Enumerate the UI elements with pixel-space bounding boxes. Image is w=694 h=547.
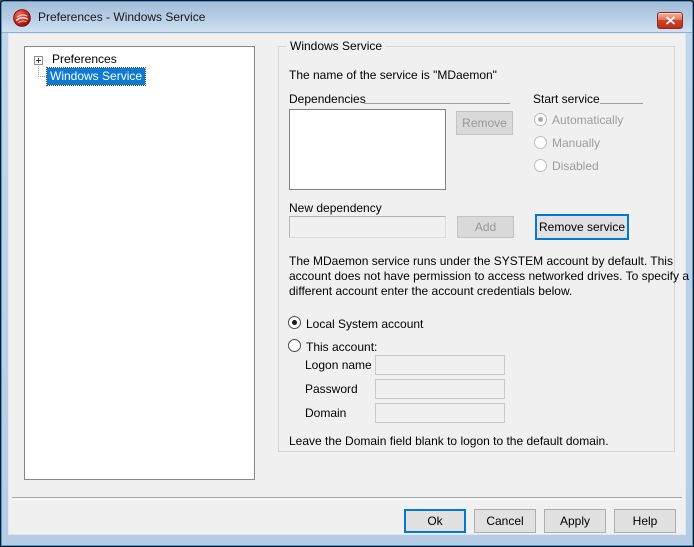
radio-local-system-account[interactable]: [288, 316, 301, 329]
new-dependency-label: New dependency: [289, 201, 382, 215]
new-dependency-input: [289, 216, 446, 238]
tree-item-windows-service[interactable]: Windows Service: [47, 68, 145, 85]
cancel-button[interactable]: Cancel: [474, 509, 536, 533]
service-name-text: The name of the service is "MDaemon": [289, 68, 497, 82]
tree-item-preferences[interactable]: Preferences: [52, 52, 117, 66]
tree-connector-line: [38, 66, 47, 77]
start-service-rule: [600, 103, 643, 104]
help-button[interactable]: Help: [614, 509, 676, 533]
dialog-body: Preferences Windows Service Windows Serv…: [9, 34, 685, 534]
account-note-line1: The MDaemon service runs under the SYSTE…: [289, 254, 689, 269]
password-input: [375, 379, 505, 399]
password-label: Password: [305, 382, 358, 396]
window-title: Preferences - Windows Service: [38, 2, 205, 33]
dependencies-rule: [364, 103, 510, 104]
title-bar[interactable]: Preferences - Windows Service: [2, 2, 692, 33]
domain-note: Leave the Domain field blank to logon to…: [289, 434, 609, 448]
add-dependency-button: Add: [457, 216, 514, 238]
account-note-line2: account does not have permission to acce…: [289, 269, 689, 284]
radio-this-account-label[interactable]: This account:: [306, 340, 377, 354]
preferences-tree: Preferences Windows Service: [24, 46, 255, 480]
ok-button[interactable]: Ok: [404, 509, 466, 533]
dependencies-label: Dependencies: [289, 92, 366, 106]
remove-dependency-button: Remove: [456, 111, 513, 135]
logon-name-input: [375, 355, 505, 375]
domain-label: Domain: [305, 406, 346, 420]
account-note: The MDaemon service runs under the SYSTE…: [289, 254, 689, 299]
dependencies-listbox[interactable]: [289, 109, 446, 190]
radio-this-account[interactable]: [288, 339, 301, 352]
preferences-dialog-window: Preferences - Windows Service Preference…: [0, 0, 694, 547]
close-icon[interactable]: [657, 12, 683, 29]
mdaemon-logo-icon: [13, 9, 31, 27]
radio-disabled-label: Disabled: [552, 159, 599, 173]
radio-automatically: [534, 113, 547, 126]
radio-manually: [534, 136, 547, 149]
remove-service-button[interactable]: Remove service: [535, 214, 629, 240]
radio-disabled: [534, 159, 547, 172]
groupbox-title: Windows Service: [286, 39, 386, 53]
apply-button[interactable]: Apply: [544, 509, 606, 533]
logon-name-label: Logon name: [305, 358, 372, 372]
radio-manually-label: Manually: [552, 136, 600, 150]
domain-input: [375, 403, 505, 423]
radio-local-system-label[interactable]: Local System account: [306, 317, 423, 331]
tree-expand-icon[interactable]: [34, 56, 43, 65]
windows-service-groupbox: Windows Service The name of the service …: [278, 46, 675, 452]
footer-separator: [12, 497, 682, 499]
radio-automatically-label: Automatically: [552, 113, 623, 127]
start-service-label: Start service: [533, 92, 600, 106]
account-note-line3: different account enter the account cred…: [289, 284, 689, 299]
